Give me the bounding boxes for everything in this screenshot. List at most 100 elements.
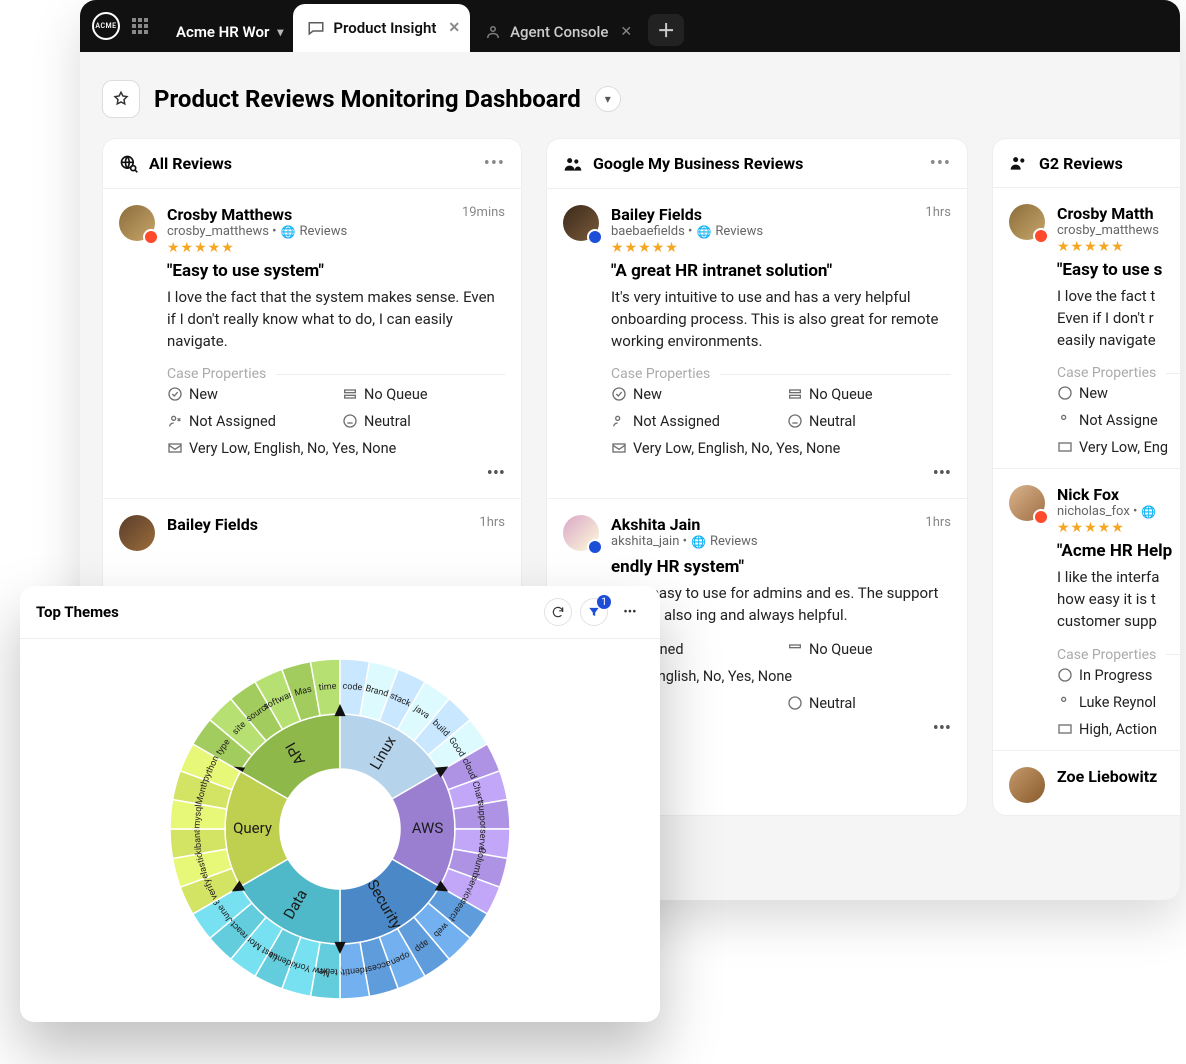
acme-logo[interactable]: ACME <box>92 12 120 40</box>
review-card[interactable]: Bailey Fields 1hrs <box>103 499 521 563</box>
globe-search-icon <box>119 154 139 174</box>
reviewer-name: Bailey Fields <box>167 515 467 534</box>
prop-meta: High, Action <box>1079 721 1157 738</box>
svg-text:code: code <box>342 682 363 694</box>
people-icon <box>563 154 583 174</box>
svg-text:time: time <box>318 682 337 694</box>
case-properties-label: Case Properties <box>1057 365 1180 381</box>
avatar <box>563 515 599 551</box>
refresh-icon <box>551 605 565 619</box>
case-properties-label: Case Properties <box>167 366 505 382</box>
source-badge-icon <box>587 229 603 245</box>
add-tab-button[interactable]: ＋ <box>648 14 684 46</box>
assignee-icon <box>1057 412 1073 428</box>
column-menu[interactable]: ••• <box>930 153 951 174</box>
review-card[interactable]: Crosby Matthews crosby_matthews • 🌐 Revi… <box>103 189 521 499</box>
page-header: Product Reviews Monitoring Dashboard ▾ <box>80 52 1180 138</box>
review-title: "Acme HR Help <box>1057 541 1180 561</box>
reviewer-name: Crosby Matth <box>1057 204 1180 223</box>
star-rating: ★★★★★ <box>1057 521 1180 535</box>
review-card[interactable]: Bailey Fields baebaefields • 🌐 Reviews ★… <box>547 189 967 499</box>
reviewer-handle: crosby_matthews • <box>167 224 277 239</box>
review-time: 19mins <box>462 205 505 255</box>
avatar <box>563 205 599 241</box>
status-icon <box>611 386 627 402</box>
mail-icon <box>1057 439 1073 455</box>
page-menu-button[interactable]: ▾ <box>595 86 621 112</box>
avatar <box>119 205 155 241</box>
prop-sentiment: Neutral <box>364 413 411 430</box>
review-body: I like the interfa how easy it is t cust… <box>1057 567 1180 632</box>
avatar <box>1009 767 1045 803</box>
globe-icon: 🌐 <box>691 535 706 549</box>
panel-menu[interactable]: ••• <box>616 598 644 626</box>
review-time: 1hrs <box>925 205 951 255</box>
star-icon <box>112 90 130 108</box>
svg-text:Query: Query <box>233 819 272 837</box>
globe-icon: 🌐 <box>1141 505 1156 519</box>
reviewer-handle: akshita_jain • <box>611 534 687 549</box>
tab-agent-console[interactable]: Agent Console ✕ <box>470 12 642 52</box>
review-card[interactable]: Nick Fox nicholas_fox • 🌐 ★★★★★ "Acme HR… <box>993 469 1180 750</box>
review-body: em is easy to use for admins and es. The… <box>611 583 951 627</box>
panel-title: Top Themes <box>36 603 119 621</box>
review-time: 1hrs <box>925 515 951 551</box>
sunburst-chart[interactable]: APItypesitesourcesoftwareMastimeLinuxcod… <box>20 639 660 1019</box>
app-launcher-icon[interactable] <box>132 18 148 34</box>
favorite-button[interactable] <box>102 80 140 118</box>
review-card[interactable]: Crosby Matth crosby_matthews ★★★★★ "Easy… <box>993 188 1180 469</box>
prop-sentiment: Neutral <box>809 413 856 430</box>
prop-meta: Very Low, Eng <box>1079 439 1168 456</box>
assignee-icon <box>611 413 627 429</box>
reviewer-name: Bailey Fields <box>611 205 913 224</box>
reviewer-handle: nicholas_fox • <box>1057 504 1137 519</box>
reviewer-handle: baebaefields • <box>611 224 692 239</box>
mail-icon <box>1057 721 1073 737</box>
queue-icon <box>342 386 358 402</box>
tab-label: Product Insight <box>333 19 436 37</box>
review-title: endly HR system" <box>611 557 951 577</box>
workspace-dropdown[interactable]: Acme HR Wor ▾ <box>162 12 293 52</box>
review-card[interactable]: Zoe Liebowitz <box>993 751 1180 815</box>
avatar <box>1009 485 1045 521</box>
refresh-button[interactable] <box>544 598 572 626</box>
reviewer-name: Zoe Liebowitz <box>1057 767 1180 786</box>
close-icon[interactable]: ✕ <box>448 20 460 36</box>
chat-icon <box>307 19 325 37</box>
queue-icon <box>787 641 803 657</box>
prop-queue: No Queue <box>364 386 428 403</box>
globe-icon: 🌐 <box>696 225 711 239</box>
review-body: It's very intuitive to use and has a ver… <box>611 287 951 352</box>
review-menu[interactable]: ••• <box>167 457 505 486</box>
prop-status: In Progress <box>1079 667 1152 684</box>
column-title: All Reviews <box>149 154 232 173</box>
case-properties-label: Case Properties <box>1057 647 1180 663</box>
workspace-name: Acme HR Wor <box>176 23 269 41</box>
review-menu[interactable]: ••• <box>611 712 951 741</box>
prop-queue: No Queue <box>809 641 873 658</box>
headset-icon <box>484 23 502 41</box>
column-title: G2 Reviews <box>1039 154 1123 173</box>
review-menu[interactable]: ••• <box>611 457 951 486</box>
prop-status: New <box>189 386 218 403</box>
prop-meta: Very Low, English, No, Yes, None <box>189 440 396 457</box>
tab-product-insight[interactable]: Product Insight ✕ <box>293 4 470 52</box>
review-title: "A great HR intranet solution" <box>611 261 951 281</box>
tab-label: Agent Console <box>510 23 608 41</box>
reviewer-handle: crosby_matthews <box>1057 223 1159 238</box>
filter-button[interactable]: 1 <box>580 598 608 626</box>
star-rating: ★★★★★ <box>1057 240 1180 254</box>
status-icon <box>1057 385 1073 401</box>
column-menu[interactable]: ••• <box>484 153 505 174</box>
source-label: Reviews <box>300 224 348 239</box>
column-g2-reviews: G2 Reviews Crosby Matth crosby_matthews … <box>992 138 1180 816</box>
source-label: Reviews <box>710 534 758 549</box>
review-body: I love the fact that the system makes se… <box>167 287 505 352</box>
close-icon[interactable]: ✕ <box>620 24 632 40</box>
assignee-icon <box>167 413 183 429</box>
source-badge-icon <box>587 539 603 555</box>
queue-icon <box>787 386 803 402</box>
star-rating: ★★★★★ <box>167 241 450 255</box>
prop-assignee: Not Assigne <box>1079 412 1158 429</box>
tab-bar: ACME Acme HR Wor ▾ Product Insight ✕ Age… <box>80 0 1180 52</box>
